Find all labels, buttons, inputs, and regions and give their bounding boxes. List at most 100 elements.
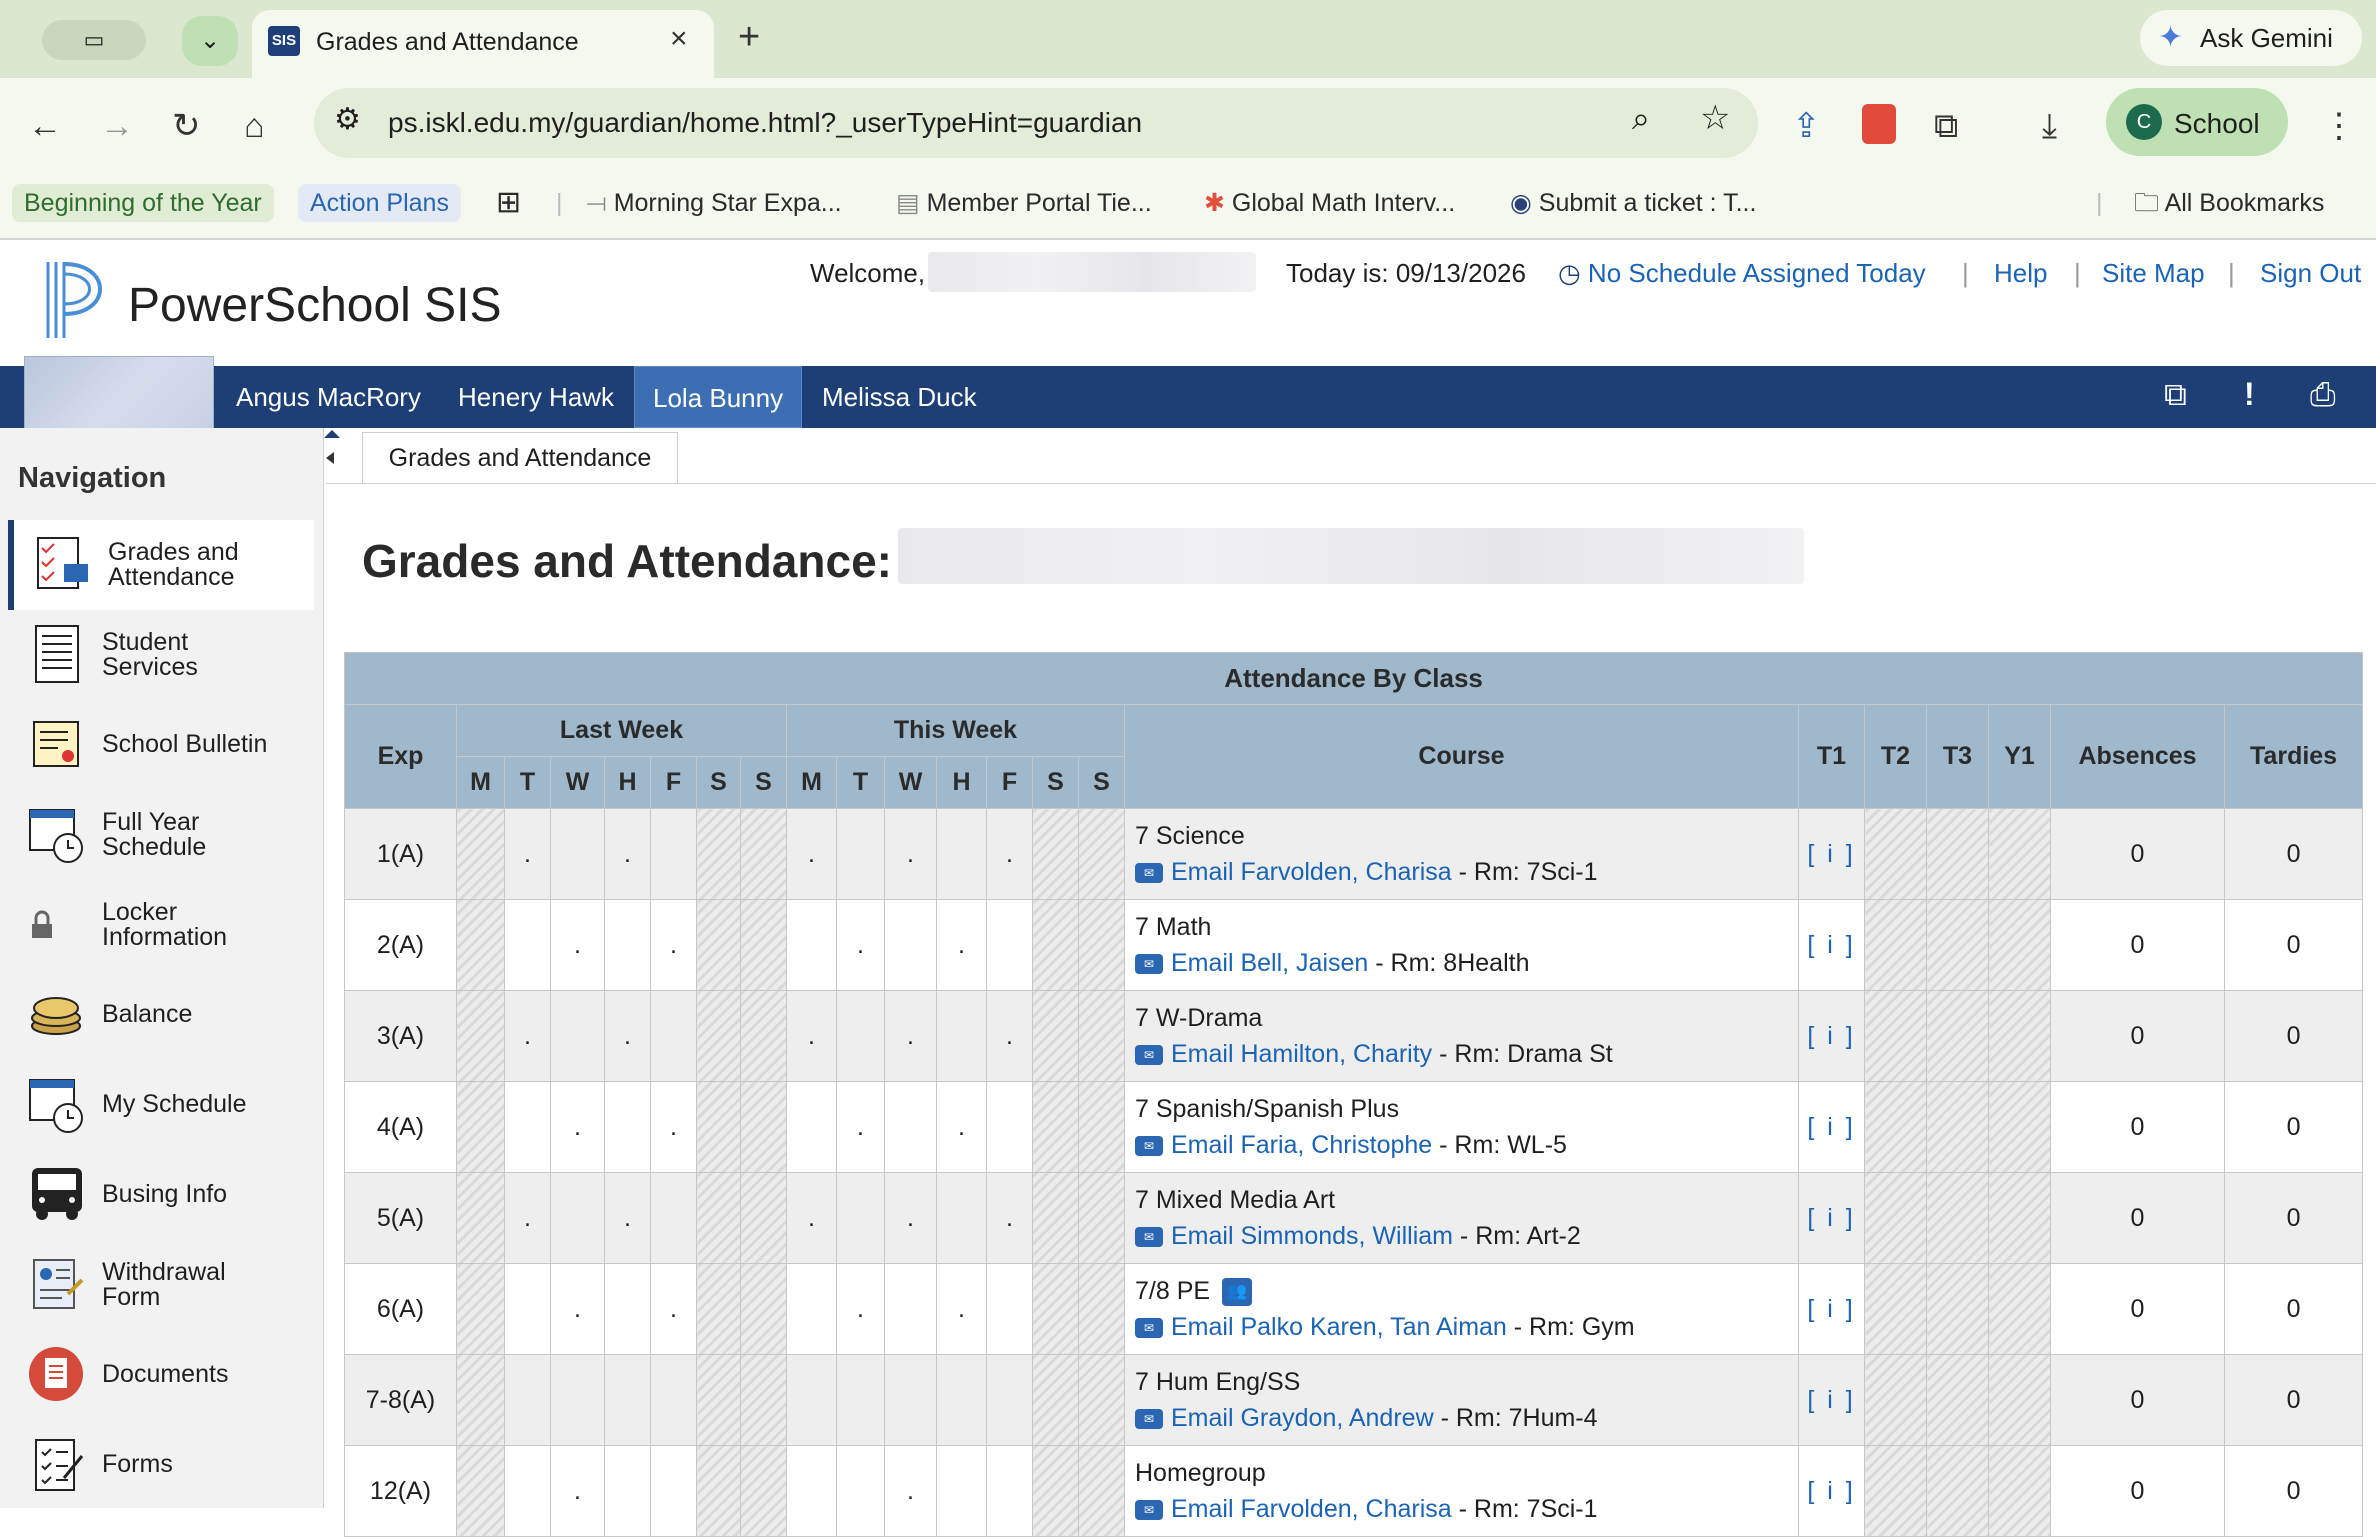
attendance-day-cell[interactable] bbox=[456, 1354, 505, 1446]
collapse-nav-button[interactable] bbox=[322, 428, 342, 488]
t1-info-link[interactable]: [ i ] bbox=[1807, 840, 1855, 868]
attendance-day-cell[interactable] bbox=[936, 1172, 987, 1264]
absences-cell[interactable]: 0 bbox=[2050, 1172, 2225, 1264]
teacher-email-link[interactable]: Email Farvolden, Charisa bbox=[1171, 1495, 1452, 1523]
attendance-day-cell[interactable] bbox=[740, 1081, 787, 1173]
attendance-day-cell[interactable] bbox=[836, 1445, 885, 1537]
attendance-day-cell[interactable]: . bbox=[936, 1081, 987, 1173]
attendance-day-cell[interactable]: . bbox=[884, 990, 937, 1082]
address-bar[interactable]: ⚙ ps.iskl.edu.my/guardian/home.html?_use… bbox=[314, 88, 1758, 158]
absences-cell[interactable]: 0 bbox=[2050, 1354, 2225, 1446]
attendance-day-cell[interactable] bbox=[696, 1354, 741, 1446]
attendance-day-cell[interactable] bbox=[504, 1445, 551, 1537]
teacher-email-link[interactable]: Email Hamilton, Charity bbox=[1171, 1040, 1432, 1068]
absences-cell[interactable]: 0 bbox=[2050, 990, 2225, 1082]
content-tab-grades-attendance[interactable]: Grades and Attendance bbox=[362, 432, 678, 484]
attendance-day-cell[interactable]: . bbox=[836, 899, 885, 991]
attendance-day-cell[interactable] bbox=[650, 808, 697, 900]
attendance-day-cell[interactable] bbox=[936, 808, 987, 900]
alert-icon[interactable]: ! bbox=[2244, 376, 2255, 413]
attendance-day-cell[interactable]: . bbox=[884, 1172, 937, 1264]
sign-out-link[interactable]: Sign Out bbox=[2260, 258, 2361, 289]
more-menu-icon[interactable]: ⋮ bbox=[2322, 106, 2356, 146]
t1-info-link[interactable]: [ i ] bbox=[1807, 931, 1855, 959]
attendance-day-cell[interactable] bbox=[786, 1445, 837, 1537]
reload-icon[interactable]: ↻ bbox=[172, 106, 201, 146]
attendance-day-cell[interactable] bbox=[650, 1445, 697, 1537]
bookmark-submit-ticket[interactable]: ◉ Submit a ticket : T... bbox=[1510, 184, 1756, 222]
nav-item-documents[interactable]: Documents bbox=[8, 1330, 314, 1420]
student-tab[interactable]: Melissa Duck bbox=[804, 366, 995, 428]
student-tab[interactable]: Angus MacRory bbox=[218, 366, 439, 428]
nav-item-grades-attendance[interactable]: Grades and Attendance bbox=[8, 520, 314, 610]
email-icon[interactable]: ✉ bbox=[1135, 954, 1163, 975]
browser-tab[interactable]: SIS Grades and Attendance × bbox=[252, 10, 714, 78]
nav-item-forms[interactable]: Forms bbox=[8, 1420, 314, 1510]
teacher-email-link[interactable]: Email Palko Karen, Tan Aiman bbox=[1171, 1313, 1507, 1341]
attendance-day-cell[interactable]: . bbox=[550, 1445, 605, 1537]
attendance-day-cell[interactable]: . bbox=[986, 808, 1033, 900]
site-settings-icon[interactable]: ⚙ bbox=[334, 102, 361, 137]
attendance-day-cell[interactable] bbox=[1032, 1445, 1079, 1537]
t1-info-link[interactable]: [ i ] bbox=[1807, 1386, 1855, 1414]
attendance-day-cell[interactable] bbox=[740, 1263, 787, 1355]
tardies-cell[interactable]: 0 bbox=[2223, 1263, 2364, 1355]
attendance-day-cell[interactable] bbox=[550, 990, 605, 1082]
attendance-day-cell[interactable]: . bbox=[604, 808, 651, 900]
email-icon[interactable]: ✉ bbox=[1135, 1500, 1163, 1521]
attendance-day-cell[interactable] bbox=[836, 990, 885, 1082]
attendance-day-cell[interactable]: . bbox=[786, 1172, 837, 1264]
email-icon[interactable]: ✉ bbox=[1135, 1045, 1163, 1066]
attendance-day-cell[interactable] bbox=[456, 1172, 505, 1264]
attendance-day-cell[interactable] bbox=[1032, 808, 1079, 900]
nav-item-withdrawal-form[interactable]: Withdrawal Form bbox=[8, 1240, 314, 1330]
attendance-day-cell[interactable] bbox=[696, 1445, 741, 1537]
attendance-day-cell[interactable] bbox=[836, 1354, 885, 1446]
new-tab-icon[interactable]: + bbox=[738, 16, 760, 59]
attendance-day-cell[interactable] bbox=[456, 1263, 505, 1355]
schedule-link[interactable]: ◷ No Schedule Assigned Today bbox=[1558, 258, 1926, 289]
absences-cell[interactable]: 0 bbox=[2050, 1445, 2225, 1537]
attendance-day-cell[interactable] bbox=[696, 1263, 741, 1355]
attendance-day-cell[interactable]: . bbox=[650, 899, 697, 991]
group-members-icon[interactable]: 👥 bbox=[1222, 1278, 1253, 1307]
attendance-day-cell[interactable] bbox=[1078, 1172, 1125, 1264]
help-link[interactable]: Help bbox=[1994, 258, 2047, 289]
attendance-day-cell[interactable] bbox=[456, 899, 505, 991]
email-icon[interactable]: ✉ bbox=[1135, 1136, 1163, 1157]
attendance-day-cell[interactable] bbox=[936, 1354, 987, 1446]
attendance-day-cell[interactable] bbox=[650, 990, 697, 1082]
apps-grid-icon[interactable]: ⊞ bbox=[496, 184, 521, 222]
nav-item-busing-info[interactable]: Busing Info bbox=[8, 1150, 314, 1240]
attendance-day-cell[interactable] bbox=[604, 1354, 651, 1446]
attendance-day-cell[interactable] bbox=[604, 1263, 651, 1355]
t1-info-link[interactable]: [ i ] bbox=[1807, 1204, 1855, 1232]
attendance-day-cell[interactable] bbox=[650, 1354, 697, 1446]
attendance-day-cell[interactable]: . bbox=[604, 1172, 651, 1264]
attendance-day-cell[interactable] bbox=[604, 1445, 651, 1537]
home-icon[interactable]: ⌂ bbox=[244, 106, 265, 146]
attendance-day-cell[interactable]: . bbox=[836, 1263, 885, 1355]
tardies-cell[interactable]: 0 bbox=[2223, 990, 2364, 1082]
tardies-cell[interactable]: 0 bbox=[2223, 1081, 2364, 1173]
attendance-day-cell[interactable] bbox=[456, 808, 505, 900]
attendance-day-cell[interactable] bbox=[456, 1445, 505, 1537]
attendance-day-cell[interactable] bbox=[696, 990, 741, 1082]
attendance-day-cell[interactable] bbox=[740, 990, 787, 1082]
attendance-day-cell[interactable]: . bbox=[504, 808, 551, 900]
download-icon[interactable]: ⤓ bbox=[2042, 106, 2057, 146]
attendance-day-cell[interactable] bbox=[786, 1354, 837, 1446]
attendance-day-cell[interactable]: . bbox=[550, 899, 605, 991]
attendance-day-cell[interactable] bbox=[504, 1081, 551, 1173]
extension-upload-icon[interactable]: ⇪ bbox=[1792, 106, 1821, 146]
attendance-day-cell[interactable] bbox=[986, 1263, 1033, 1355]
attendance-day-cell[interactable] bbox=[740, 1445, 787, 1537]
email-icon[interactable]: ✉ bbox=[1135, 863, 1163, 884]
bookmark-action-plans[interactable]: Action Plans bbox=[298, 184, 461, 222]
absences-cell[interactable]: 0 bbox=[2050, 899, 2225, 991]
nav-item-balance[interactable]: Balance bbox=[8, 970, 314, 1060]
tardies-cell[interactable]: 0 bbox=[2223, 808, 2364, 900]
bookmark-beginning-of-year[interactable]: Beginning of the Year bbox=[12, 184, 274, 222]
attendance-day-cell[interactable] bbox=[884, 1263, 937, 1355]
nav-item-full-year-schedule[interactable]: Full Year Schedule bbox=[8, 790, 314, 880]
